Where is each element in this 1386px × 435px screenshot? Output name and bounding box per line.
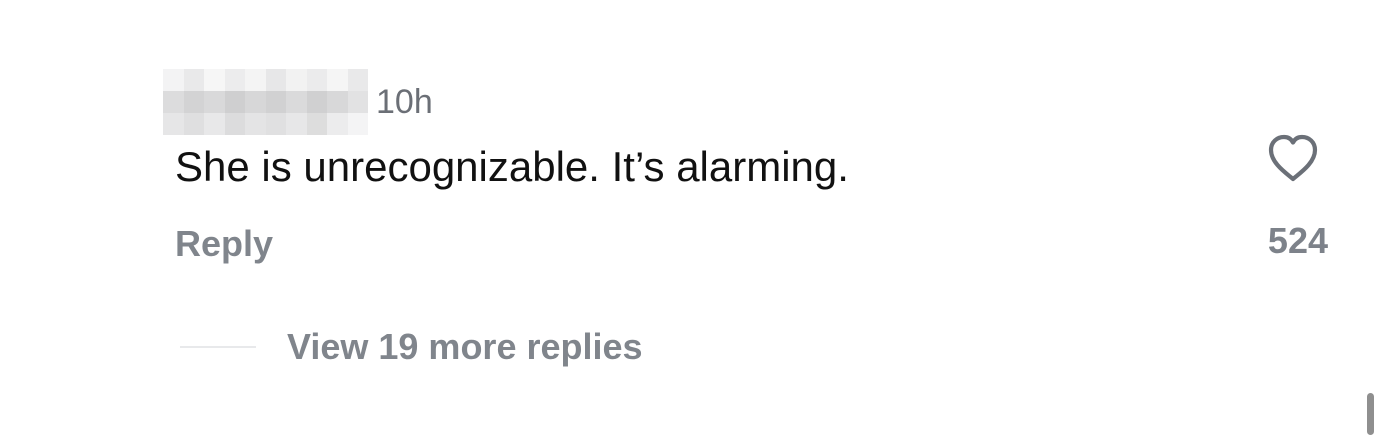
replies-divider	[180, 346, 256, 348]
comment-item: 10h She is unrecognizable. It’s alarming…	[0, 0, 1386, 435]
comment-timestamp: 10h	[376, 83, 433, 121]
like-count: 524	[1267, 220, 1328, 261]
username-redacted[interactable]	[163, 69, 368, 135]
scrollbar-thumb[interactable]	[1367, 393, 1374, 435]
comment-text: She is unrecognizable. It’s alarming.	[175, 143, 849, 190]
view-replies-button[interactable]: View 19 more replies	[287, 327, 643, 367]
like-button[interactable]	[1264, 130, 1322, 186]
heart-outline-icon	[1268, 134, 1318, 182]
reply-button[interactable]: Reply	[175, 224, 273, 264]
